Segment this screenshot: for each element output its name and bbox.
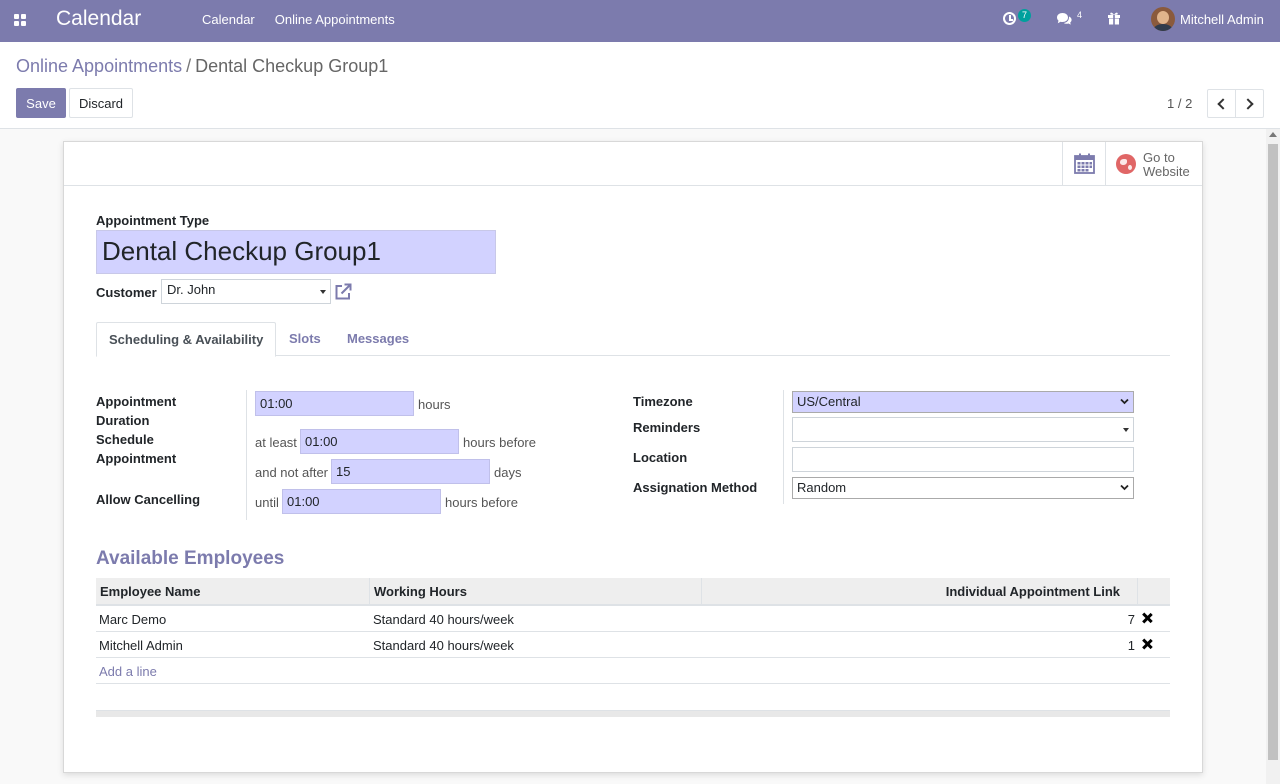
activity-clock-icon[interactable] (1003, 12, 1016, 25)
pager-next-button[interactable] (1235, 89, 1264, 118)
working-hours-cell: Standard 40 hours/week (373, 638, 514, 653)
tab-slots[interactable]: Slots (277, 322, 333, 356)
table-footer (96, 710, 1170, 717)
max-schedule-input[interactable]: 15 (331, 459, 490, 484)
user-avatar[interactable] (1151, 7, 1175, 31)
chevron-right-icon (1242, 97, 1254, 110)
button-box: Go to Website (64, 142, 1202, 186)
form-sheet: Go to Website Appointment Type Dental Ch… (63, 141, 1203, 773)
location-input[interactable] (792, 447, 1134, 472)
working-hours-cell: Standard 40 hours/week (373, 612, 514, 627)
reminders-select[interactable] (792, 417, 1134, 442)
save-button[interactable]: Save (16, 88, 66, 118)
menu-item-calendar[interactable]: Calendar (202, 12, 255, 27)
cancel-limit-input[interactable]: 01:00 (282, 489, 441, 514)
delete-row-icon[interactable] (1142, 639, 1152, 649)
chevron-down-icon (1120, 484, 1129, 491)
pager-previous-button[interactable] (1207, 89, 1236, 118)
assignation-method-select[interactable]: Random (792, 477, 1134, 499)
label-divider-left (246, 390, 247, 520)
top-navbar: Calendar Calendar Online Appointments (0, 0, 1280, 42)
reminders-label: Reminders (633, 420, 701, 435)
timezone-select[interactable]: US/Central (792, 391, 1134, 413)
caret-down-icon (320, 290, 326, 294)
scrollbar-thumb[interactable] (1268, 144, 1278, 760)
duration-label-line1: Appointment (96, 394, 177, 409)
discard-button[interactable]: Discard (69, 88, 133, 118)
website-label-line1: Go to (1143, 150, 1175, 165)
scroll-up-arrow-icon[interactable] (1269, 132, 1277, 137)
appointment-name-input[interactable]: Dental Checkup Group1 (96, 230, 496, 274)
main-menu: Calendar Online Appointments (202, 12, 395, 27)
duration-input[interactable]: 01:00 (255, 391, 414, 416)
employee-name-cell: Marc Demo (99, 612, 167, 627)
column-header-appointment-link[interactable]: Individual Appointment Link (702, 578, 1138, 604)
calendar-smart-button[interactable] (1062, 142, 1105, 185)
table-header: Employee Name Working Hours Individual A… (96, 578, 1170, 606)
calendar-icon (1073, 153, 1095, 174)
not-after-text: and not after (255, 465, 328, 480)
duration-label-line2: Duration (96, 413, 150, 428)
allow-cancelling-label: Allow Cancelling (96, 492, 201, 507)
appointment-link-cell: 7 (1127, 612, 1135, 627)
app-title: Calendar (56, 7, 142, 30)
until-text: until (255, 495, 279, 510)
customer-select[interactable]: Dr. John (161, 279, 331, 304)
schedule-label-line1: Schedule (96, 432, 154, 447)
user-name[interactable]: Mitchell Admin (1180, 12, 1264, 27)
label-divider-right (783, 390, 784, 504)
breadcrumb: Online Appointments / Dental Checkup Group… (16, 56, 388, 77)
customer-value: Dr. John (167, 282, 216, 297)
assignation-method-value: Random (797, 480, 847, 495)
appointment-type-label: Appointment Type (96, 213, 210, 228)
breadcrumb-current: Dental Checkup Group1 (195, 56, 389, 76)
column-header-employee-name[interactable]: Employee Name (96, 578, 370, 604)
apps-menu-icon[interactable] (14, 14, 26, 26)
column-header-working-hours[interactable]: Working Hours (370, 578, 702, 604)
go-to-website-button[interactable]: Go to Website (1105, 142, 1202, 185)
location-label: Location (633, 450, 688, 465)
external-link-icon[interactable] (334, 283, 352, 301)
go-to-website-label: Go to Website (1143, 151, 1190, 179)
menu-item-online-appointments[interactable]: Online Appointments (275, 12, 395, 27)
table-row[interactable]: Mitchell Admin Standard 40 hours/week 1 (96, 632, 1170, 658)
tab-messages[interactable]: Messages (335, 322, 421, 356)
min-schedule-input[interactable]: 01:00 (300, 429, 459, 454)
website-label-line2: Website (1143, 164, 1190, 179)
tab-scheduling-availability[interactable]: Scheduling & Availability (96, 322, 277, 357)
messages-chat-icon[interactable] (1056, 12, 1072, 25)
breadcrumb-separator: / (186, 56, 192, 76)
employee-name-cell: Mitchell Admin (99, 638, 183, 653)
max-schedule-unit: days (494, 465, 522, 480)
timezone-label: Timezone (633, 394, 693, 409)
table-row[interactable]: Marc Demo Standard 40 hours/week 7 (96, 606, 1170, 632)
delete-row-icon[interactable] (1142, 613, 1152, 623)
appointment-link-cell: 1 (1127, 638, 1135, 653)
available-employees-title: Available Employees (96, 548, 285, 569)
message-count-badge: 4 (1077, 10, 1083, 20)
chevron-down-icon (1120, 398, 1129, 405)
gift-icon[interactable] (1107, 11, 1121, 25)
min-schedule-unit: hours before (463, 435, 536, 450)
notebook-tabs: Scheduling & Availability Slots Messages (96, 322, 1170, 357)
globe-icon (1116, 154, 1136, 174)
assignation-method-label: Assignation Method (633, 480, 758, 495)
schedule-label-line2: Appointment (96, 451, 177, 466)
breadcrumb-parent[interactable]: Online Appointments (16, 56, 182, 76)
add-a-line-link[interactable]: Add a line (99, 664, 157, 679)
activity-count-badge: 7 (1018, 9, 1031, 22)
pager-value[interactable]: 1 / 2 (1167, 96, 1192, 111)
caret-down-icon (1123, 428, 1129, 432)
cancel-limit-unit: hours before (445, 495, 518, 510)
add-line-row: Add a line (96, 658, 1170, 684)
timezone-value: US/Central (797, 394, 861, 409)
duration-unit: hours (418, 397, 451, 412)
at-least-text: at least (255, 435, 297, 450)
chevron-left-icon (1217, 97, 1229, 110)
customer-label: Customer (96, 285, 157, 300)
